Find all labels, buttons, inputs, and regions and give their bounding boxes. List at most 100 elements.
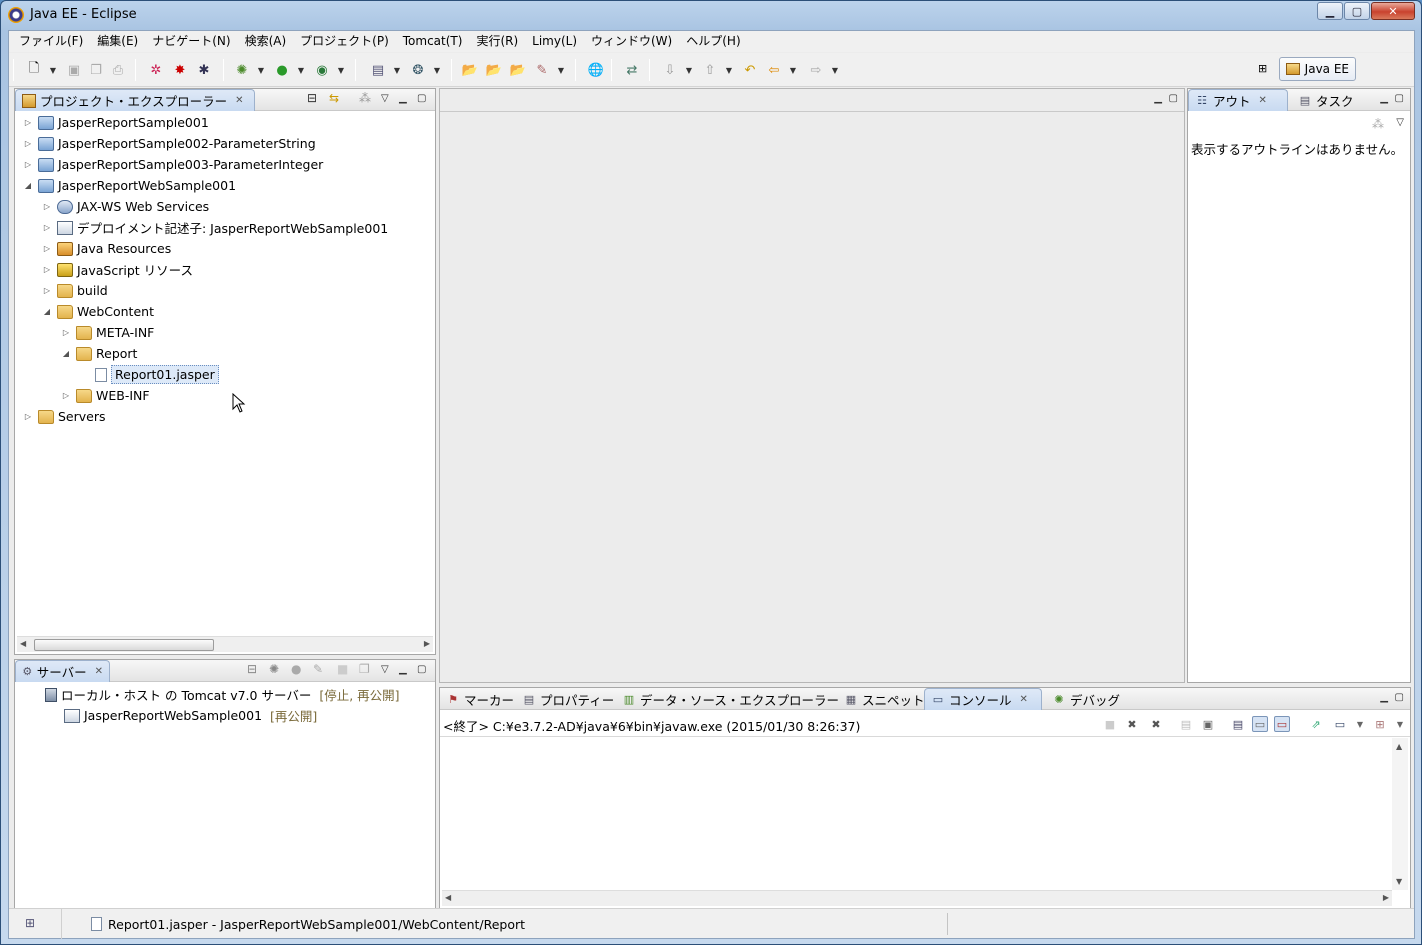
close-icon[interactable]: ✕ bbox=[95, 666, 103, 677]
tree-item-jax-ws[interactable]: ▷ JAX-WS Web Services bbox=[42, 196, 209, 217]
tree-item-project[interactable]: ▷ JasperReportSample002-ParameterString bbox=[23, 133, 316, 154]
expand-arrow-icon[interactable]: ▷ bbox=[42, 244, 52, 253]
tab-snippets[interactable]: ▦ スニペット bbox=[838, 688, 931, 710]
maximize-view-icon[interactable]: ▢ bbox=[417, 93, 426, 104]
menu-edit[interactable]: 編集(E) bbox=[90, 31, 145, 52]
open-perspective-icon[interactable]: ⊞ bbox=[1258, 62, 1274, 76]
horizontal-scrollbar[interactable]: ◀ ▶ bbox=[17, 636, 433, 652]
ws-explorer-icon[interactable]: ⇄ bbox=[623, 61, 641, 79]
maximize-view-icon[interactable]: ▢ bbox=[1395, 692, 1404, 703]
expand-arrow-icon[interactable]: ▷ bbox=[61, 391, 71, 400]
menu-run[interactable]: 実行(R) bbox=[469, 31, 525, 52]
forward-icon[interactable]: ⇨ bbox=[807, 61, 825, 79]
jasper-report-icon[interactable]: ✱ bbox=[195, 61, 213, 79]
search-icon[interactable]: ✎ bbox=[533, 61, 551, 79]
maximize-button[interactable]: ▢ bbox=[1344, 2, 1370, 20]
tree-item-report01-jasper[interactable]: Report01.jasper bbox=[95, 364, 219, 385]
minimize-button[interactable]: ▁ bbox=[1317, 2, 1343, 20]
external-tools-icon[interactable]: ◉ bbox=[313, 61, 331, 79]
start-debug-icon[interactable]: ✺ bbox=[269, 662, 279, 676]
expand-arrow-icon[interactable]: ▷ bbox=[42, 265, 52, 274]
collapse-arrow-icon[interactable]: ◢ bbox=[61, 349, 71, 358]
new-server-icon[interactable]: ▤ bbox=[369, 61, 387, 79]
open-resource-icon[interactable]: 📂 bbox=[485, 61, 503, 79]
minimize-view-icon[interactable]: ▁ bbox=[1380, 692, 1388, 703]
expand-arrow-icon[interactable]: ▷ bbox=[42, 202, 52, 211]
close-icon[interactable]: ✕ bbox=[1020, 694, 1028, 705]
run-icon[interactable]: ● bbox=[273, 61, 291, 79]
collapse-arrow-icon[interactable]: ◢ bbox=[23, 181, 33, 190]
minimize-editor-icon[interactable]: ▁ bbox=[1154, 93, 1162, 104]
display-console-icon[interactable]: ▭ bbox=[1332, 716, 1348, 732]
tab-outline[interactable]: ☷ アウト ✕ bbox=[1188, 89, 1288, 111]
menu-file[interactable]: ファイル(F) bbox=[12, 31, 90, 52]
back-icon[interactable]: ⇦ bbox=[765, 61, 783, 79]
tab-properties[interactable]: ▤ プロパティー bbox=[516, 688, 620, 710]
new-webservice-dropdown-icon[interactable]: ▼ bbox=[433, 61, 441, 79]
close-window-button[interactable]: ✕ bbox=[1371, 2, 1415, 20]
debug-icon[interactable]: ✺ bbox=[233, 61, 251, 79]
tree-item-project[interactable]: ▷ JasperReportSample001 bbox=[23, 112, 209, 133]
next-annotation-dropdown-icon[interactable]: ▼ bbox=[685, 61, 693, 79]
tree-item-deployment-descriptor[interactable]: ▷ デプロイメント記述子: JasperReportWebSample001 bbox=[42, 217, 388, 238]
scroll-thumb[interactable] bbox=[34, 639, 214, 651]
scroll-up-icon[interactable]: ▲ bbox=[1396, 742, 1402, 751]
jasper-stop-icon[interactable]: ✸ bbox=[171, 61, 189, 79]
expand-arrow-icon[interactable]: ▷ bbox=[42, 223, 52, 232]
tab-servers[interactable]: ⚙ サーバー ✕ bbox=[15, 660, 110, 682]
filter-icon[interactable]: ⁂ bbox=[359, 91, 371, 105]
menu-window[interactable]: ウィンドウ(W) bbox=[584, 31, 679, 52]
show-on-stderr-icon[interactable]: ▭ bbox=[1274, 716, 1290, 732]
open-console-icon[interactable]: ⊞ bbox=[1372, 716, 1388, 732]
tab-console[interactable]: ▭ コンソール ✕ bbox=[924, 688, 1042, 710]
tree-item-web-project[interactable]: ◢ JasperReportWebSample001 bbox=[23, 175, 236, 196]
start-server-icon[interactable]: ● bbox=[291, 662, 301, 676]
tab-project-explorer[interactable]: プロジェクト・エクスプローラー ✕ bbox=[15, 89, 255, 111]
menu-tomcat[interactable]: Tomcat(T) bbox=[396, 31, 470, 52]
stop-server-icon[interactable]: ■ bbox=[337, 662, 348, 676]
scroll-down-icon[interactable]: ▼ bbox=[1396, 877, 1402, 886]
back-dropdown-icon[interactable]: ▼ bbox=[789, 61, 797, 79]
debug-server-icon[interactable]: ⊟ bbox=[247, 662, 257, 676]
link-with-editor-icon[interactable]: ⇆ bbox=[329, 91, 339, 105]
scroll-left-icon[interactable]: ◀ bbox=[20, 639, 26, 648]
remove-launch-icon[interactable]: ✖ bbox=[1124, 716, 1140, 732]
search-dropdown-icon[interactable]: ▼ bbox=[557, 61, 565, 79]
title-bar[interactable]: Java EE - Eclipse ▁ ▢ ✕ bbox=[1, 1, 1421, 29]
tab-debug[interactable]: ✺ デバッグ bbox=[1046, 688, 1126, 710]
console-vertical-scrollbar[interactable]: ▲ ▼ bbox=[1392, 738, 1408, 890]
previous-annotation-icon[interactable]: ⇧ bbox=[701, 61, 719, 79]
scroll-left-icon[interactable]: ◀ bbox=[445, 893, 451, 902]
new-dropdown-icon[interactable]: ▼ bbox=[49, 61, 57, 79]
expand-arrow-icon[interactable]: ▷ bbox=[61, 328, 71, 337]
save-all-icon[interactable]: ❐ bbox=[87, 61, 105, 79]
expand-arrow-icon[interactable]: ▷ bbox=[23, 160, 33, 169]
close-icon[interactable]: ✕ bbox=[1259, 95, 1267, 106]
forward-dropdown-icon[interactable]: ▼ bbox=[831, 61, 839, 79]
menu-help[interactable]: ヘルプ(H) bbox=[679, 31, 747, 52]
perspective-java-ee[interactable]: Java EE bbox=[1278, 57, 1356, 81]
close-icon[interactable]: ✕ bbox=[235, 95, 243, 106]
tab-markers[interactable]: ⚑ マーカー bbox=[440, 688, 520, 710]
expand-arrow-icon[interactable]: ▷ bbox=[23, 139, 33, 148]
jasper-compile-icon[interactable]: ✲ bbox=[147, 61, 165, 79]
expand-arrow-icon[interactable]: ▷ bbox=[23, 118, 33, 127]
open-console-dropdown-icon[interactable]: ▼ bbox=[1392, 716, 1408, 732]
expand-arrow-icon[interactable]: ▷ bbox=[42, 286, 52, 295]
open-task-icon[interactable]: 📂 bbox=[509, 61, 527, 79]
maximize-view-icon[interactable]: ▢ bbox=[417, 664, 426, 675]
tree-item-webcontent[interactable]: ◢ WebContent bbox=[42, 301, 154, 322]
menu-project[interactable]: プロジェクト(P) bbox=[293, 31, 396, 52]
scroll-right-icon[interactable]: ▶ bbox=[424, 639, 430, 648]
fast-view-icon[interactable]: ⊞ bbox=[25, 916, 35, 930]
next-annotation-icon[interactable]: ⇩ bbox=[661, 61, 679, 79]
tree-item-web-inf[interactable]: ▷ WEB-INF bbox=[61, 385, 150, 406]
scroll-lock-icon[interactable]: ▣ bbox=[1200, 716, 1216, 732]
collapse-all-icon[interactable]: ⊟ bbox=[307, 91, 317, 105]
terminate-icon[interactable]: ■ bbox=[1102, 716, 1118, 732]
display-console-dropdown-icon[interactable]: ▼ bbox=[1352, 716, 1368, 732]
new-wizard-icon[interactable]: 🗋 bbox=[25, 61, 43, 79]
server-item[interactable]: ローカル・ホスト の Tomcat v7.0 サーバー [停止, 再公開] bbox=[45, 684, 400, 705]
tab-tasks[interactable]: ▤ タスク bbox=[1292, 89, 1360, 111]
tree-item-report[interactable]: ◢ Report bbox=[61, 343, 138, 364]
